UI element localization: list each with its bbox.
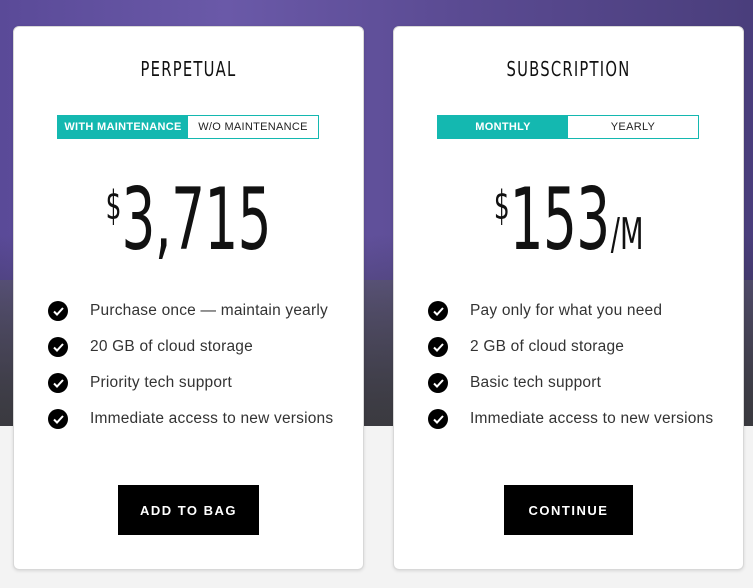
check-circle-icon xyxy=(428,373,448,393)
price-currency: $ xyxy=(493,183,510,229)
check-circle-icon xyxy=(48,373,68,393)
toggle-without-maintenance[interactable]: W/O MAINTENANCE xyxy=(188,116,318,138)
feature-text: Immediate access to new versions xyxy=(470,410,714,427)
price: $153/M xyxy=(394,177,743,263)
list-item: Immediate access to new versions xyxy=(48,401,333,437)
feature-text: Basic tech support xyxy=(470,374,602,391)
check-circle-icon xyxy=(48,337,68,357)
price-amount: 153 xyxy=(509,170,610,270)
feature-text: 20 GB of cloud storage xyxy=(90,338,253,355)
check-circle-icon xyxy=(428,301,448,321)
billing-toggle: MONTHLY YEARLY xyxy=(437,115,699,139)
feature-text: Purchase once — maintain yearly xyxy=(90,302,328,319)
price-currency: $ xyxy=(105,183,122,229)
feature-list: Purchase once — maintain yearly 20 GB of… xyxy=(48,293,333,437)
card-title: SUBSCRIPTION xyxy=(506,57,631,81)
price-period: /M xyxy=(610,209,644,260)
check-circle-icon xyxy=(48,301,68,321)
toggle-with-maintenance[interactable]: WITH MAINTENANCE xyxy=(58,116,188,138)
list-item: 2 GB of cloud storage xyxy=(428,329,713,365)
list-item: Purchase once — maintain yearly xyxy=(48,293,333,329)
continue-button[interactable]: CONTINUE xyxy=(504,485,633,535)
maintenance-toggle: WITH MAINTENANCE W/O MAINTENANCE xyxy=(57,115,319,139)
toggle-monthly[interactable]: MONTHLY xyxy=(438,116,568,138)
list-item: 20 GB of cloud storage xyxy=(48,329,333,365)
check-circle-icon xyxy=(48,409,68,429)
pricing-card-subscription: SUBSCRIPTION MONTHLY YEARLY $153/M Pay o… xyxy=(393,26,744,570)
price-amount: 3,715 xyxy=(121,170,272,270)
feature-text: Pay only for what you need xyxy=(470,302,663,319)
card-title: PERPETUAL xyxy=(140,57,237,81)
check-circle-icon xyxy=(428,409,448,429)
list-item: Priority tech support xyxy=(48,365,333,401)
list-item: Basic tech support xyxy=(428,365,713,401)
list-item: Immediate access to new versions xyxy=(428,401,713,437)
price: $3,715 xyxy=(14,177,363,263)
toggle-yearly[interactable]: YEARLY xyxy=(568,116,698,138)
feature-text: Immediate access to new versions xyxy=(90,410,334,427)
feature-text: Priority tech support xyxy=(90,374,233,391)
check-circle-icon xyxy=(428,337,448,357)
list-item: Pay only for what you need xyxy=(428,293,713,329)
pricing-card-perpetual: PERPETUAL WITH MAINTENANCE W/O MAINTENAN… xyxy=(13,26,364,570)
feature-list: Pay only for what you need 2 GB of cloud… xyxy=(428,293,713,437)
feature-text: 2 GB of cloud storage xyxy=(470,338,625,355)
add-to-bag-button[interactable]: ADD TO BAG xyxy=(118,485,259,535)
